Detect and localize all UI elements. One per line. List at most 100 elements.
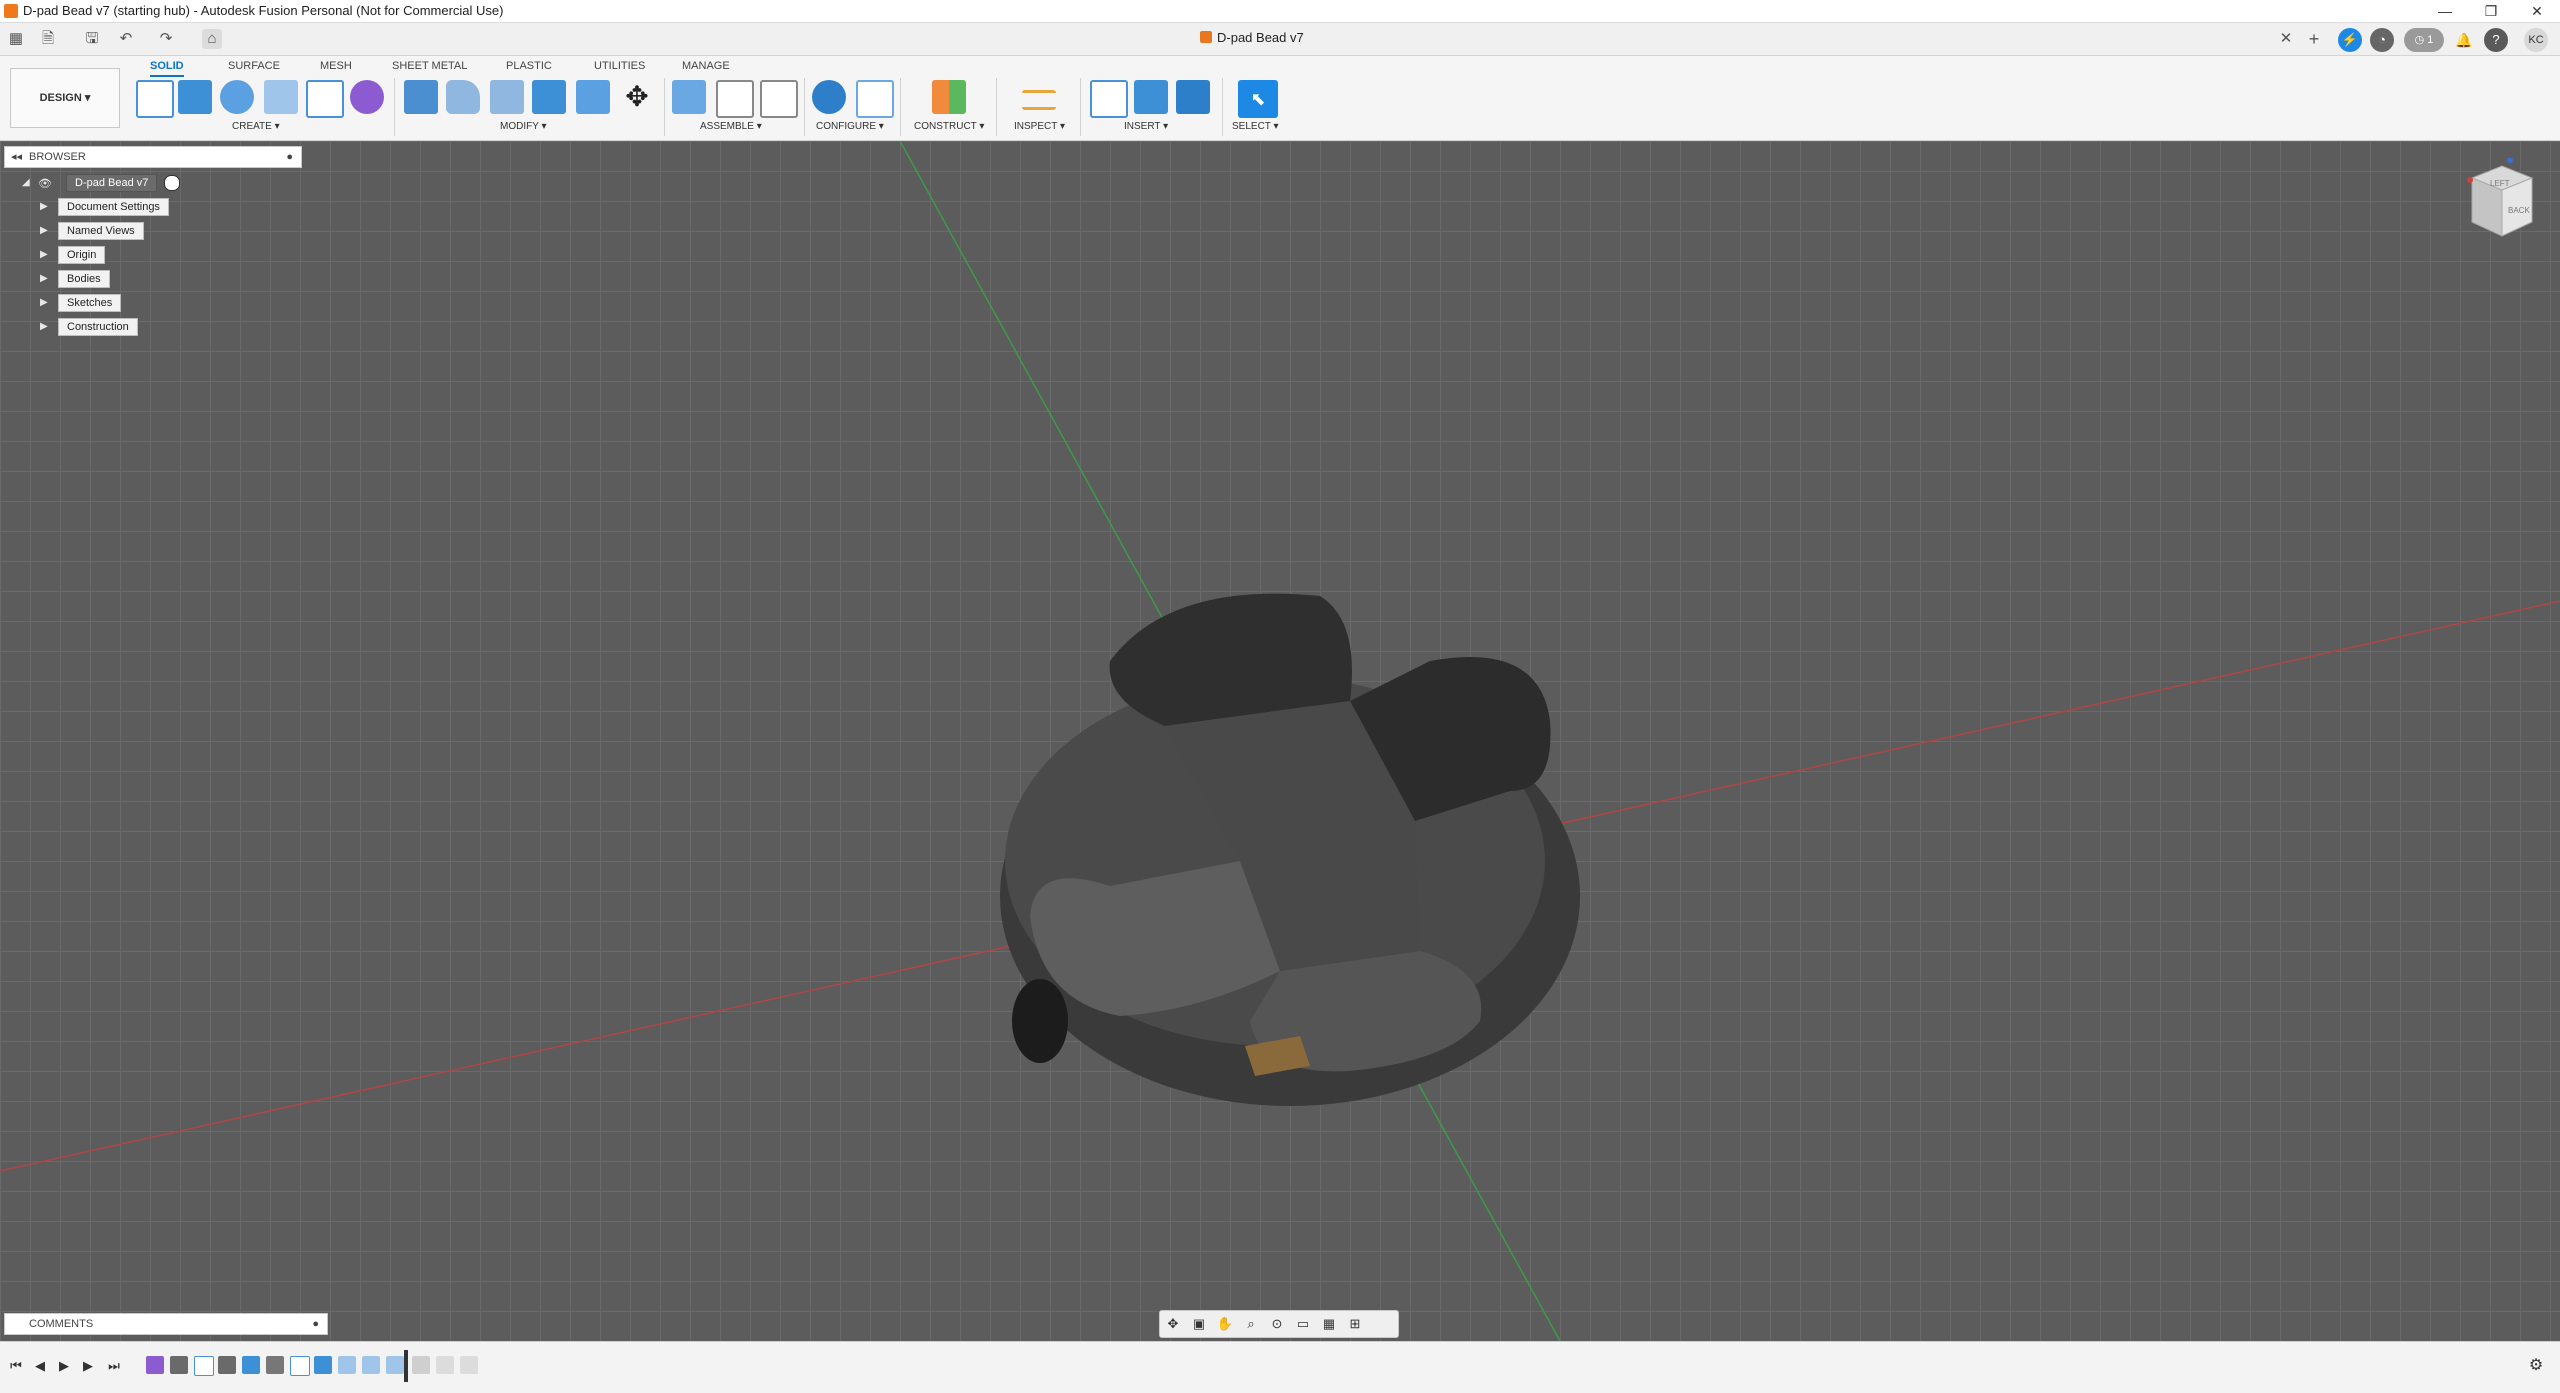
select-icon[interactable]: ⬉ xyxy=(1238,80,1278,118)
collapse-panel-icon[interactable]: ◂◂ xyxy=(11,147,22,167)
help-button[interactable]: ? xyxy=(2484,28,2508,52)
chamfer-icon[interactable] xyxy=(490,80,524,114)
timeline-feature-fillet[interactable] xyxy=(386,1356,404,1374)
revolve-icon[interactable] xyxy=(220,80,254,114)
go-to-end-icon[interactable]: ⏭ xyxy=(104,1356,124,1376)
insert-menu[interactable]: INSERT ▾ xyxy=(1124,121,1168,132)
pattern-icon[interactable] xyxy=(306,80,344,118)
combine-icon[interactable] xyxy=(532,80,566,114)
display-settings-icon[interactable]: ▭ xyxy=(1290,1311,1316,1337)
save-icon[interactable]: 🖫 xyxy=(82,29,102,49)
configure-menu[interactable]: CONFIGURE ▾ xyxy=(816,121,884,132)
inspect-menu[interactable]: INSPECT ▾ xyxy=(1014,121,1065,132)
create-sketch-icon[interactable] xyxy=(136,80,174,118)
shell-icon[interactable] xyxy=(576,80,610,114)
file-icon[interactable]: 🗎 xyxy=(38,29,58,49)
create-menu[interactable]: CREATE ▾ xyxy=(232,121,280,132)
browser-item-sketches[interactable]: ▶ Sketches xyxy=(40,294,122,312)
tab-utilities[interactable]: UTILITIES xyxy=(594,60,645,72)
play-icon[interactable]: ▶ xyxy=(54,1356,74,1376)
fillet-icon[interactable] xyxy=(446,80,480,114)
timeline-feature-sketch[interactable] xyxy=(194,1356,214,1376)
configuration-table-icon[interactable] xyxy=(856,80,894,118)
tab-solid[interactable]: SOLID xyxy=(150,60,184,77)
joint-icon[interactable] xyxy=(716,80,754,118)
notifications-icon[interactable]: 🔔 xyxy=(2452,28,2476,52)
close-button[interactable]: ✕ xyxy=(2514,0,2560,22)
browser-item-named-views[interactable]: ▶ Named Views xyxy=(40,222,144,240)
timeline-marker[interactable] xyxy=(404,1350,408,1382)
browser-item-construction[interactable]: ▶ Construction xyxy=(40,318,138,336)
gear-icon[interactable]: ⚙ xyxy=(2526,1356,2546,1376)
new-tab-button[interactable]: + xyxy=(2304,29,2324,49)
tab-sheet-metal[interactable]: SHEET METAL xyxy=(392,60,467,72)
form-icon[interactable] xyxy=(350,80,384,114)
viewports-icon[interactable]: ⊞ xyxy=(1342,1311,1368,1337)
go-to-start-icon[interactable]: ⏮ xyxy=(6,1356,26,1376)
timeline-feature-extrude[interactable] xyxy=(242,1356,260,1374)
hole-icon[interactable] xyxy=(264,80,298,114)
timeline-feature-sketch[interactable] xyxy=(290,1356,310,1376)
look-at-icon[interactable]: ▣ xyxy=(1186,1311,1212,1337)
assemble-menu[interactable]: ASSEMBLE ▾ xyxy=(700,121,762,132)
expand-caret-icon[interactable]: ▶ xyxy=(40,246,48,264)
activate-radio-icon[interactable] xyxy=(164,175,181,192)
timeline-feature-suppressed[interactable] xyxy=(412,1356,430,1374)
new-component-icon[interactable] xyxy=(672,80,706,114)
press-pull-icon[interactable] xyxy=(404,80,438,114)
restore-button[interactable]: ❐ xyxy=(2468,0,2514,22)
measure-icon[interactable] xyxy=(1022,90,1056,110)
visibility-eye-icon[interactable]: 👁 xyxy=(38,175,54,191)
timeline-feature-form[interactable] xyxy=(146,1356,164,1374)
construct-menu[interactable]: CONSTRUCT ▾ xyxy=(914,121,984,132)
expand-caret-icon[interactable]: ▶ xyxy=(40,222,48,240)
pin-icon[interactable]: ● xyxy=(286,147,293,167)
timeline-feature-fillet[interactable] xyxy=(338,1356,356,1374)
timeline-feature-extrude[interactable] xyxy=(314,1356,332,1374)
tab-manage[interactable]: MANAGE xyxy=(682,60,730,72)
step-back-icon[interactable]: ◀ xyxy=(30,1356,50,1376)
bill-of-materials-icon[interactable] xyxy=(760,80,798,118)
fit-icon[interactable]: ⊙ xyxy=(1264,1311,1290,1337)
browser-root-node[interactable]: ◢ 👁 D-pad Bead v7 xyxy=(22,174,181,192)
timeline-feature-move[interactable] xyxy=(170,1356,188,1374)
online-status-icon[interactable]: ◔ xyxy=(2370,28,2394,52)
expand-caret-icon[interactable]: ▶ xyxy=(40,198,48,216)
extensions-icon[interactable]: ⚡ xyxy=(2338,28,2362,52)
tab-surface[interactable]: SURFACE xyxy=(228,60,280,72)
insert-canvas-icon[interactable] xyxy=(1176,80,1210,114)
timeline-feature-align[interactable] xyxy=(266,1356,284,1374)
timeline-feature-suppressed[interactable] xyxy=(460,1356,478,1374)
browser-item-document-settings[interactable]: ▶ Document Settings xyxy=(40,198,169,216)
browser-item-bodies[interactable]: ▶ Bodies xyxy=(40,270,110,288)
viewcube[interactable]: LEFT BACK xyxy=(2462,157,2542,253)
timeline-feature-fillet[interactable] xyxy=(362,1356,380,1374)
modify-menu[interactable]: MODIFY ▾ xyxy=(500,121,547,132)
insert-derive-icon[interactable] xyxy=(1090,80,1128,118)
comments-panel[interactable]: COMMENTS ● xyxy=(4,1313,328,1335)
timeline-feature-move[interactable] xyxy=(218,1356,236,1374)
home-icon[interactable]: ⌂ xyxy=(202,29,222,49)
undo-icon[interactable]: ↶ xyxy=(116,29,136,49)
user-avatar[interactable]: KC xyxy=(2524,28,2548,52)
tab-plastic[interactable]: PLASTIC xyxy=(506,60,552,72)
canvas-viewport[interactable] xyxy=(0,141,2560,1341)
expand-caret-icon[interactable]: ▶ xyxy=(40,270,48,288)
orbit-icon[interactable]: ✥ xyxy=(1160,1311,1186,1337)
tab-mesh[interactable]: MESH xyxy=(320,60,352,72)
expanded-caret-icon[interactable]: ◢ xyxy=(22,174,30,192)
minimize-button[interactable]: — xyxy=(2422,0,2468,22)
insert-component-icon[interactable] xyxy=(1134,80,1168,114)
offset-plane-icon[interactable] xyxy=(932,80,966,114)
step-forward-icon[interactable]: ▶ xyxy=(78,1356,98,1376)
timeline-feature-suppressed[interactable] xyxy=(436,1356,454,1374)
move-icon[interactable]: ✥ xyxy=(620,80,654,114)
grid-icon[interactable]: ▦ xyxy=(6,29,26,49)
pan-icon[interactable]: ✋ xyxy=(1212,1311,1238,1337)
tab-close-icon[interactable]: ✕ xyxy=(2276,29,2296,49)
browser-item-origin[interactable]: ▶ Origin xyxy=(40,246,106,264)
document-tab[interactable]: D-pad Bead v7 xyxy=(1200,30,1304,45)
grid-settings-icon[interactable]: ▦ xyxy=(1316,1311,1342,1337)
comments-add-icon[interactable]: ● xyxy=(312,1314,319,1334)
zoom-icon[interactable]: ⌕ xyxy=(1238,1311,1264,1337)
